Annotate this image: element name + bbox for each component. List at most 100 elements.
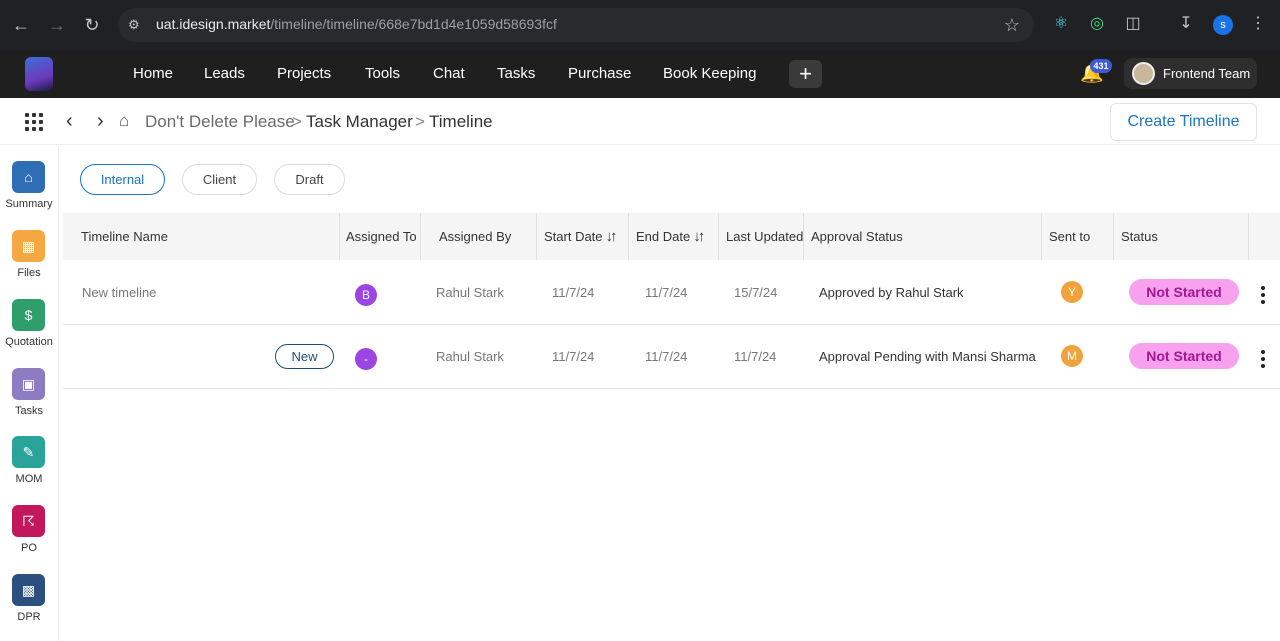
breadcrumb-separator: >: [292, 112, 302, 131]
filter-draft[interactable]: Draft: [274, 164, 345, 195]
breadcrumb-separator: >: [415, 112, 425, 131]
browser-toolbar: ← → ↻ ⚙ uat.idesign.market/timeline/time…: [0, 0, 1280, 50]
sidebar-item-quotation[interactable]: $ Quotation: [0, 299, 58, 359]
sidebar-item-dpr[interactable]: ▩ DPR: [0, 574, 58, 634]
sort-icon[interactable]: ↓↑: [693, 228, 705, 245]
last-updated: 15/7/24: [734, 285, 778, 300]
end-date: 11/7/24: [645, 349, 688, 364]
sent-to-avatar: M: [1061, 345, 1083, 367]
site-settings-icon[interactable]: ⚙: [128, 17, 144, 33]
sidebar-item-label: MOM: [15, 473, 43, 485]
team-label: Frontend Team: [1163, 66, 1251, 81]
edit-icon: ✎: [12, 436, 45, 468]
row-menu-icon[interactable]: [1260, 350, 1266, 370]
column-assigned-by: Assigned By: [439, 229, 512, 244]
column-end-date[interactable]: End Date ↓↑: [636, 213, 705, 260]
reload-icon[interactable]: ↻: [80, 13, 104, 37]
nav-purchase[interactable]: Purchase: [568, 65, 631, 82]
filter-client[interactable]: Client: [182, 164, 257, 195]
sidebar-item-label: DPR: [17, 611, 41, 623]
status-badge[interactable]: Not Started: [1129, 279, 1239, 305]
apps-grid-icon[interactable]: [25, 113, 43, 131]
extensions-puzzle-icon[interactable]: ◫: [1123, 14, 1143, 34]
column-divider: [339, 213, 340, 260]
sidebar-item-tasks[interactable]: ▣ Tasks: [0, 368, 58, 428]
table-row[interactable]: New - Rahul Stark 11/7/24 11/7/24 11/7/2…: [63, 325, 1280, 389]
sidebar-item-mom[interactable]: ✎ MOM: [0, 436, 58, 496]
nav-tools[interactable]: Tools: [365, 65, 400, 82]
download-icon[interactable]: ↧: [1176, 14, 1196, 34]
column-end-date-label: End Date: [636, 229, 691, 244]
app-logo[interactable]: [25, 57, 53, 91]
sidebar-item-label: Quotation: [5, 336, 53, 348]
create-timeline-button[interactable]: Create Timeline: [1110, 103, 1257, 141]
forward-icon[interactable]: →: [45, 13, 69, 37]
team-switcher[interactable]: Frontend Team: [1124, 58, 1257, 89]
column-divider: [1041, 213, 1042, 260]
sidebar-item-po[interactable]: ☈ PO: [0, 505, 58, 565]
breadcrumb-task-manager[interactable]: Task Manager: [306, 112, 413, 132]
nav-book-keeping[interactable]: Book Keeping: [663, 65, 756, 82]
home-icon[interactable]: ⌂: [119, 111, 129, 131]
breadcrumb-bar: ‹ › ⌂ Don't Delete Please > Task Manager…: [0, 98, 1280, 145]
nav-home[interactable]: Home: [133, 65, 173, 82]
folder-icon: ▦: [12, 230, 45, 262]
column-sent-to: Sent to: [1049, 229, 1091, 244]
sent-to-avatar: Y: [1061, 281, 1083, 303]
column-divider: [420, 213, 421, 260]
add-button[interactable]: +: [789, 60, 822, 88]
column-divider: [1113, 213, 1114, 260]
column-divider: [628, 213, 629, 260]
task-icon: ▣: [12, 368, 45, 400]
cart-icon: ☈: [12, 505, 45, 537]
table-header: Timeline Name Assigned To Assigned By St…: [63, 213, 1280, 260]
browser-menu-icon[interactable]: ⋮: [1248, 14, 1268, 34]
team-avatar: [1132, 62, 1155, 85]
row-menu-icon[interactable]: [1260, 286, 1266, 306]
nav-tasks[interactable]: Tasks: [497, 65, 535, 82]
column-start-date-label: Start Date: [544, 229, 603, 244]
column-start-date[interactable]: Start Date ↓↑: [544, 213, 618, 260]
profile-avatar[interactable]: s: [1213, 15, 1233, 35]
end-date: 11/7/24: [645, 285, 688, 300]
sidebar-item-label: Files: [17, 267, 41, 279]
column-approval-status: Approval Status: [811, 229, 903, 244]
chevron-right-icon[interactable]: ›: [97, 110, 104, 133]
nav-chat[interactable]: Chat: [433, 65, 465, 82]
column-last-updated: Last Updated: [726, 229, 804, 244]
sidebar-item-files[interactable]: ▦ Files: [0, 230, 58, 290]
column-timeline-name: Timeline Name: [81, 229, 168, 244]
sort-icon[interactable]: ↓↑: [606, 228, 618, 245]
start-date: 11/7/24: [552, 285, 595, 300]
nav-projects[interactable]: Projects: [277, 65, 331, 82]
url-text[interactable]: uat.idesign.market/timeline/timeline/668…: [156, 16, 557, 32]
column-assigned-to: Assigned To: [346, 229, 417, 244]
sidebar-item-label: Summary: [5, 198, 53, 210]
sidebar-item-label: PO: [21, 542, 37, 554]
project-sidebar: ⌂ Summary ▦ Files $ Quotation ▣ Tasks ✎ …: [0, 146, 59, 641]
assigned-by: Rahul Stark: [436, 349, 504, 364]
timeline-name[interactable]: New timeline: [82, 285, 156, 300]
nav-leads[interactable]: Leads: [204, 65, 245, 82]
extension-target-icon[interactable]: ◎: [1087, 14, 1107, 34]
status-badge[interactable]: Not Started: [1129, 343, 1239, 369]
app-navbar: Home Leads Projects Tools Chat Tasks Pur…: [0, 50, 1280, 98]
assigned-to-avatar: B: [355, 284, 377, 306]
bookmark-star-icon[interactable]: ☆: [1004, 15, 1020, 36]
column-status: Status: [1121, 229, 1158, 244]
sidebar-item-summary[interactable]: ⌂ Summary: [0, 161, 58, 221]
column-divider: [536, 213, 537, 260]
last-updated: 11/7/24: [734, 349, 777, 364]
new-badge[interactable]: New: [275, 344, 334, 369]
breadcrumb-project[interactable]: Don't Delete Please: [145, 112, 295, 132]
table-row[interactable]: New timeline B Rahul Stark 11/7/24 11/7/…: [63, 261, 1280, 325]
filter-internal[interactable]: Internal: [80, 164, 165, 195]
react-devtools-icon[interactable]: ⚛: [1051, 14, 1071, 34]
chevron-left-icon[interactable]: ‹: [66, 110, 73, 133]
calendar-icon: ▩: [12, 574, 45, 606]
start-date: 11/7/24: [552, 349, 595, 364]
assigned-by: Rahul Stark: [436, 285, 504, 300]
address-bar[interactable]: ⚙ uat.idesign.market/timeline/timeline/6…: [118, 8, 1034, 42]
sidebar-item-label: Tasks: [14, 405, 44, 417]
back-icon[interactable]: ←: [9, 13, 33, 37]
